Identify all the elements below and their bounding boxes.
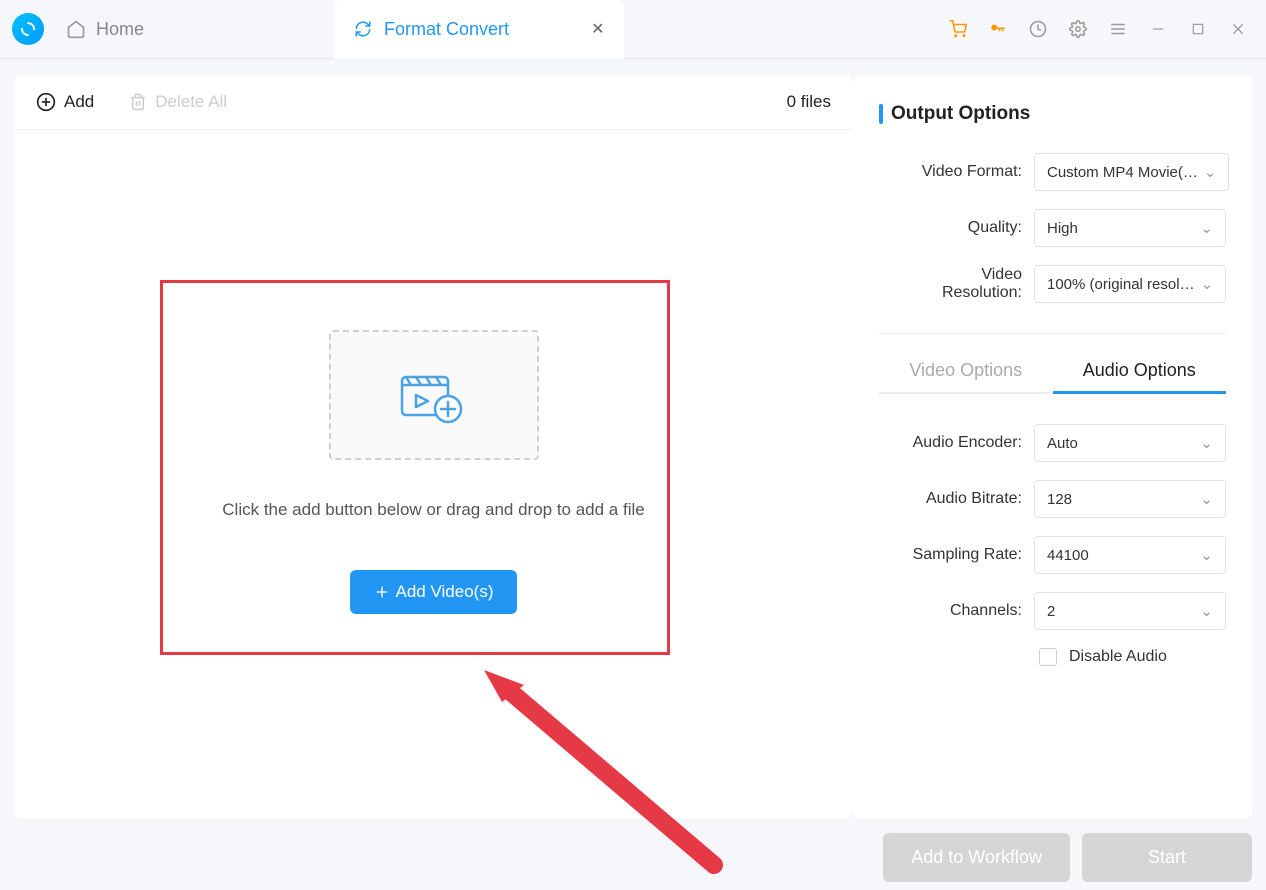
output-options-header: Output Options: [879, 103, 1226, 125]
plus-icon: [374, 584, 390, 600]
add-video-button[interactable]: Add Video(s): [350, 570, 518, 614]
home-icon: [66, 19, 86, 39]
add-video-label: Add Video(s): [396, 582, 494, 602]
trash-icon: [129, 93, 147, 111]
resolution-value: 100% (original resol…: [1047, 276, 1195, 293]
resolution-select[interactable]: 100% (original resol… ⌄: [1034, 265, 1226, 303]
audio-bitrate-value: 128: [1047, 491, 1072, 508]
maximize-icon[interactable]: [1188, 19, 1208, 39]
key-icon[interactable]: [988, 19, 1008, 39]
chevron-down-icon: ⌄: [1201, 275, 1214, 293]
delete-label: Delete All: [155, 92, 227, 112]
quality-label: Quality:: [904, 219, 1034, 237]
drop-zone[interactable]: [329, 330, 539, 460]
sampling-rate-label: Sampling Rate:: [904, 546, 1034, 564]
disable-audio-label: Disable Audio: [1069, 648, 1167, 666]
settings-icon[interactable]: [1068, 19, 1088, 39]
file-toolbar: Add Delete All 0 files: [14, 75, 853, 130]
video-format-value: Custom MP4 Movie(…: [1047, 164, 1198, 181]
audio-encoder-label: Audio Encoder:: [904, 434, 1034, 452]
file-list-panel: Add Delete All 0 files Click the add but…: [14, 75, 853, 819]
add-button[interactable]: Add: [36, 92, 94, 112]
quality-select[interactable]: High ⌄: [1034, 209, 1226, 247]
annotation-arrow: [484, 670, 734, 880]
section-accent-bar: [879, 104, 883, 124]
minimize-icon[interactable]: [1148, 19, 1168, 39]
tab-format-convert[interactable]: Format Convert ✕: [334, 0, 624, 59]
add-label: Add: [64, 92, 94, 112]
video-format-select[interactable]: Custom MP4 Movie(… ⌄: [1034, 153, 1229, 191]
app-header: Home Format Convert ✕: [0, 0, 1266, 59]
channels-label: Channels:: [904, 602, 1034, 620]
chevron-down-icon: ⌄: [1204, 163, 1217, 181]
history-icon[interactable]: [1028, 19, 1048, 39]
start-button[interactable]: Start: [1082, 833, 1252, 882]
disable-audio-checkbox[interactable]: [1039, 648, 1057, 666]
quality-value: High: [1047, 220, 1078, 237]
section-title: Output Options: [891, 103, 1030, 125]
refresh-icon: [354, 20, 372, 38]
add-to-workflow-button[interactable]: Add to Workflow: [883, 833, 1070, 882]
cart-icon[interactable]: [948, 19, 968, 39]
chevron-down-icon: ⌄: [1200, 602, 1213, 620]
tab-title: Format Convert: [384, 19, 509, 40]
menu-icon[interactable]: [1108, 19, 1128, 39]
plus-circle-icon: [36, 92, 56, 112]
audio-encoder-select[interactable]: Auto ⌄: [1034, 424, 1226, 462]
footer-actions: Add to Workflow Start: [883, 833, 1252, 882]
chevron-down-icon: ⌄: [1200, 490, 1213, 508]
tab-audio-options[interactable]: Audio Options: [1053, 350, 1227, 394]
divider: [879, 333, 1226, 334]
app-logo: [12, 13, 44, 45]
output-options-panel: Output Options Video Format: Custom MP4 …: [852, 75, 1252, 819]
chevron-down-icon: ⌄: [1200, 434, 1213, 452]
tab-close-icon[interactable]: ✕: [591, 19, 604, 39]
sampling-rate-select[interactable]: 44100 ⌄: [1034, 536, 1226, 574]
chevron-down-icon: ⌄: [1200, 546, 1213, 564]
delete-all-button[interactable]: Delete All: [129, 92, 227, 112]
audio-bitrate-select[interactable]: 128 ⌄: [1034, 480, 1226, 518]
home-tab[interactable]: Home: [66, 19, 144, 40]
chevron-down-icon: ⌄: [1200, 219, 1213, 237]
audio-encoder-value: Auto: [1047, 435, 1078, 452]
home-label: Home: [96, 19, 144, 40]
video-add-icon: [394, 365, 474, 425]
sampling-rate-value: 44100: [1047, 547, 1089, 564]
file-count: 0 files: [787, 92, 831, 112]
channels-select[interactable]: 2 ⌄: [1034, 592, 1226, 630]
video-format-label: Video Format:: [904, 163, 1034, 181]
tab-video-options[interactable]: Video Options: [879, 350, 1053, 394]
close-icon[interactable]: [1228, 19, 1248, 39]
channels-value: 2: [1047, 603, 1055, 620]
audio-bitrate-label: Audio Bitrate:: [904, 490, 1034, 508]
drop-hint-text: Click the add button below or drag and d…: [222, 500, 644, 520]
resolution-label: Video Resolution:: [904, 266, 1034, 302]
